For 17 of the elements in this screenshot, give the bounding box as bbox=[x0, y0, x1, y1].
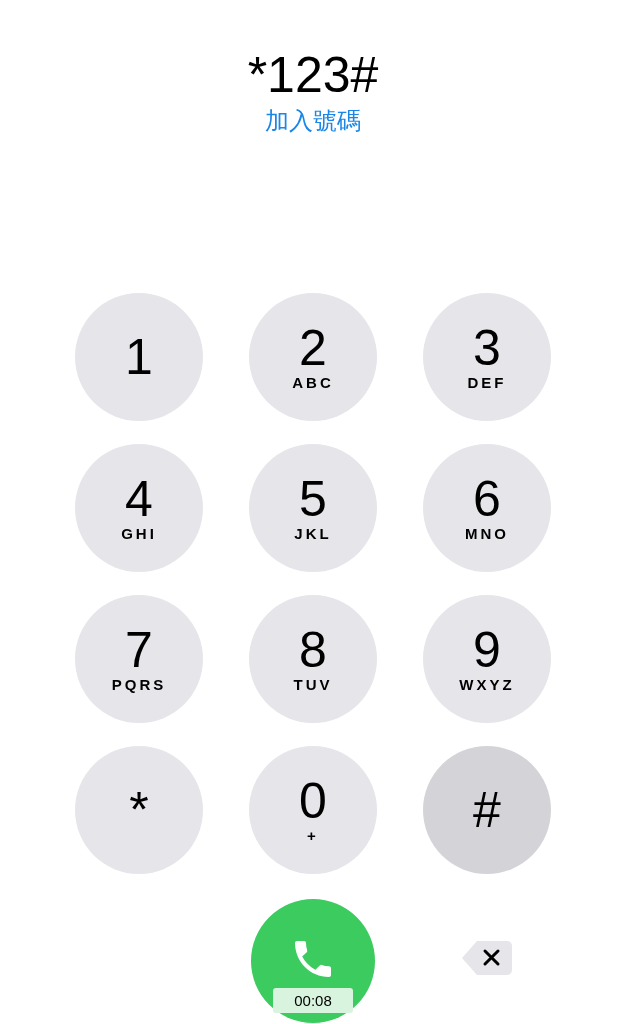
dial-key[interactable]: 6 MNO bbox=[423, 444, 551, 572]
dial-key[interactable]: 7 PQRS bbox=[75, 595, 203, 723]
dial-key[interactable]: 4 GHI bbox=[75, 444, 203, 572]
dial-key[interactable]: 9 WXYZ bbox=[423, 595, 551, 723]
dial-key[interactable]: 3 DEF bbox=[423, 293, 551, 421]
call-timer: 00:08 bbox=[273, 988, 353, 1013]
dialed-number: *123# bbox=[247, 46, 379, 104]
backspace-icon bbox=[461, 940, 513, 976]
dial-key[interactable]: 1 bbox=[75, 293, 203, 421]
dial-key[interactable]: 0 + bbox=[249, 746, 377, 874]
dial-key[interactable]: 2 ABC bbox=[249, 293, 377, 421]
dial-key[interactable]: 8 TUV bbox=[249, 595, 377, 723]
dial-key[interactable]: 5 JKL bbox=[249, 444, 377, 572]
add-number-link[interactable]: 加入號碼 bbox=[265, 106, 361, 136]
dial-key[interactable]: # bbox=[423, 746, 551, 874]
dial-key[interactable]: * bbox=[75, 746, 203, 874]
delete-button[interactable] bbox=[461, 940, 513, 976]
